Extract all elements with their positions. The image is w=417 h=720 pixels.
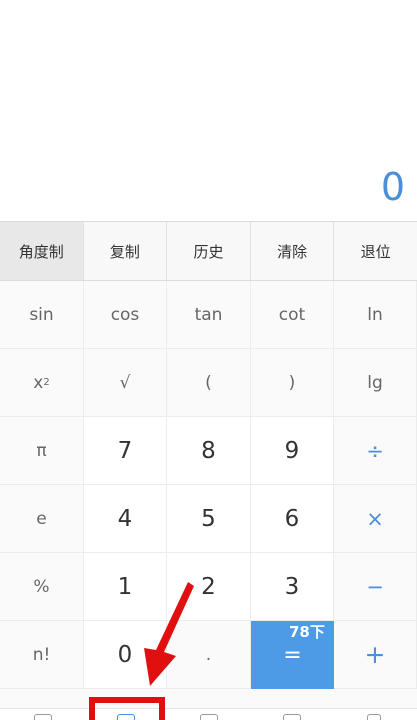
sqrt-key[interactable]: √	[84, 349, 167, 417]
history-button[interactable]: 历史	[167, 222, 251, 280]
annotation-arrow-icon	[144, 582, 194, 686]
cot-key[interactable]: cot	[251, 281, 334, 349]
backspace-button[interactable]: 退位	[334, 222, 417, 280]
watermark-text: 78下	[289, 623, 325, 641]
ln-key[interactable]: ln	[334, 281, 417, 349]
digit-5-key[interactable]: 5	[167, 485, 251, 553]
digit-9-key[interactable]: 9	[251, 417, 334, 485]
equals-key[interactable]: 78下 =	[251, 621, 334, 689]
minus-key[interactable]: −	[334, 553, 417, 621]
calculator-icon[interactable]	[34, 714, 52, 720]
square-key[interactable]: x2	[0, 349, 84, 417]
percent-key[interactable]: %	[0, 553, 84, 621]
lg-key[interactable]: lg	[334, 349, 417, 417]
square-key-exponent: 2	[43, 377, 50, 388]
digit-4-key[interactable]: 4	[84, 485, 167, 553]
digit-7-key[interactable]: 7	[84, 417, 167, 485]
more-icon[interactable]	[367, 714, 381, 720]
digit-6-key[interactable]: 6	[251, 485, 334, 553]
calculator-icon[interactable]	[283, 714, 301, 720]
multiply-key[interactable]: ×	[334, 485, 417, 553]
digit-3-key[interactable]: 3	[251, 553, 334, 621]
display-value: 0	[380, 165, 405, 209]
plus-key[interactable]: +	[334, 621, 417, 689]
right-paren-key[interactable]: )	[251, 349, 334, 417]
annotation-highlight-box	[89, 697, 165, 720]
calculator-icon[interactable]	[200, 714, 218, 720]
function-row: 角度制 复制 历史 清除 退位	[0, 221, 417, 281]
pi-key[interactable]: π	[0, 417, 84, 485]
copy-button[interactable]: 复制	[84, 222, 168, 280]
square-key-base: x	[33, 372, 44, 393]
tan-key[interactable]: tan	[167, 281, 251, 349]
left-paren-key[interactable]: (	[167, 349, 251, 417]
calculator-screen: 0 角度制 复制 历史 清除 退位 sin cos tan cot ln x2 …	[0, 0, 417, 720]
digit-8-key[interactable]: 8	[167, 417, 251, 485]
clear-button[interactable]: 清除	[251, 222, 335, 280]
sin-key[interactable]: sin	[0, 281, 84, 349]
angle-mode-button[interactable]: 角度制	[0, 222, 84, 280]
display-panel: 0	[0, 0, 417, 221]
cos-key[interactable]: cos	[84, 281, 167, 349]
e-key[interactable]: e	[0, 485, 84, 553]
divide-key[interactable]: ÷	[334, 417, 417, 485]
equals-key-label: =	[283, 642, 302, 668]
factorial-key[interactable]: n!	[0, 621, 84, 689]
